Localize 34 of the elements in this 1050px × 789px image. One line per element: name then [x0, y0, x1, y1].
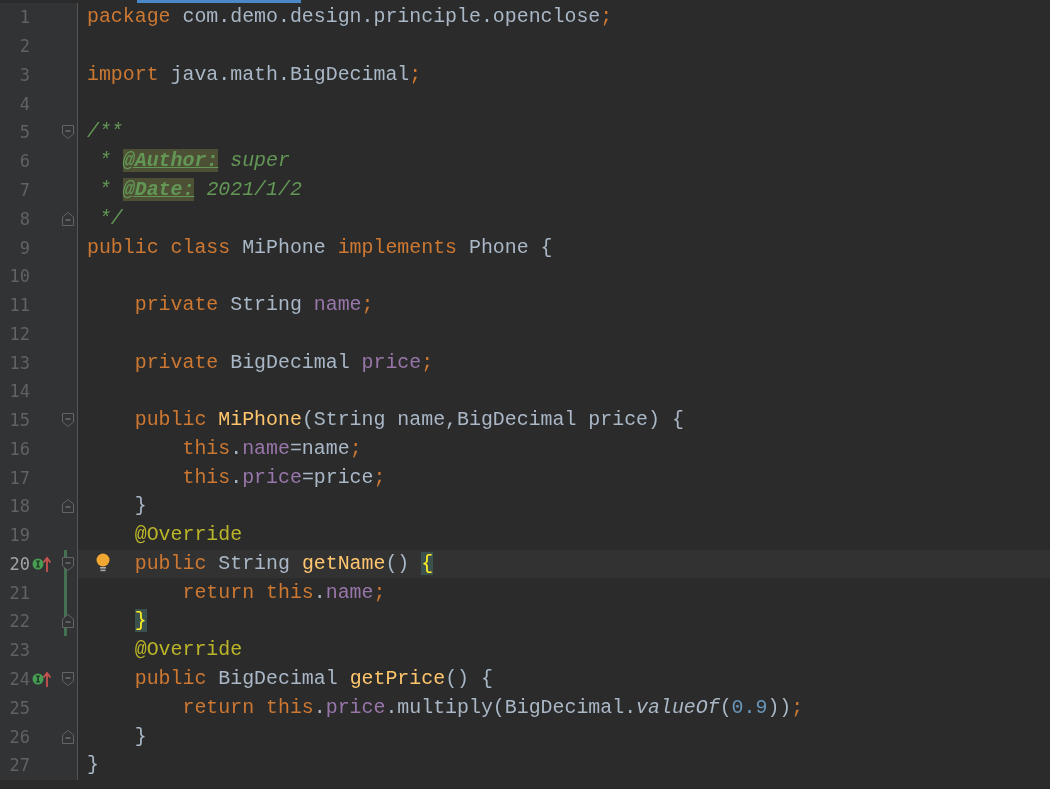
- fold-icon[interactable]: [61, 613, 75, 630]
- code-line: */: [97, 206, 123, 231]
- code-line: private BigDecimal price;: [133, 350, 434, 375]
- code-line: * @Date: 2021/1/2: [97, 177, 302, 202]
- code-line: public class MiPhone implements Phone {: [87, 235, 553, 260]
- lightbulb-icon[interactable]: [95, 552, 111, 573]
- code-line: public BigDecimal getPrice() {: [133, 667, 493, 691]
- fold-icon[interactable]: [61, 671, 75, 687]
- code-line: package com.demo.design.principle.openclose;: [87, 5, 613, 30]
- code-line: }: [133, 724, 147, 749]
- code-line: public String getName() {: [133, 551, 434, 576]
- code-line: @Override: [133, 523, 243, 548]
- code-line: * @Author: super: [97, 149, 290, 174]
- code-line: import java.math.BigDecimal;: [87, 62, 422, 87]
- code-line: public MiPhone(String name,BigDecimal price) {: [133, 408, 684, 433]
- code-line: }: [133, 494, 147, 519]
- code-line: }: [87, 753, 99, 778]
- line-number: 20: [8, 553, 30, 574]
- fold-icon[interactable]: [61, 412, 75, 429]
- fold-icon[interactable]: [61, 728, 75, 745]
- code-line: private String name;: [133, 293, 374, 318]
- fold-icon[interactable]: [61, 498, 75, 515]
- fold-icon[interactable]: [61, 124, 75, 141]
- code-line: return this.name;: [181, 580, 386, 605]
- change-marker[interactable]: [64, 578, 67, 608]
- code-line: /**: [87, 120, 123, 145]
- implements-method-icon[interactable]: [32, 670, 52, 688]
- implements-method-icon[interactable]: [32, 554, 52, 573]
- fold-icon[interactable]: [61, 210, 75, 227]
- code-line: @Override: [133, 638, 243, 663]
- fold-icon[interactable]: [61, 555, 75, 572]
- code-line: return this.price.multiply(BigDecimal.valueOf(0.9));: [181, 695, 804, 720]
- code-line: this.name=name;: [181, 436, 362, 461]
- code-line: this.price=price;: [181, 465, 386, 490]
